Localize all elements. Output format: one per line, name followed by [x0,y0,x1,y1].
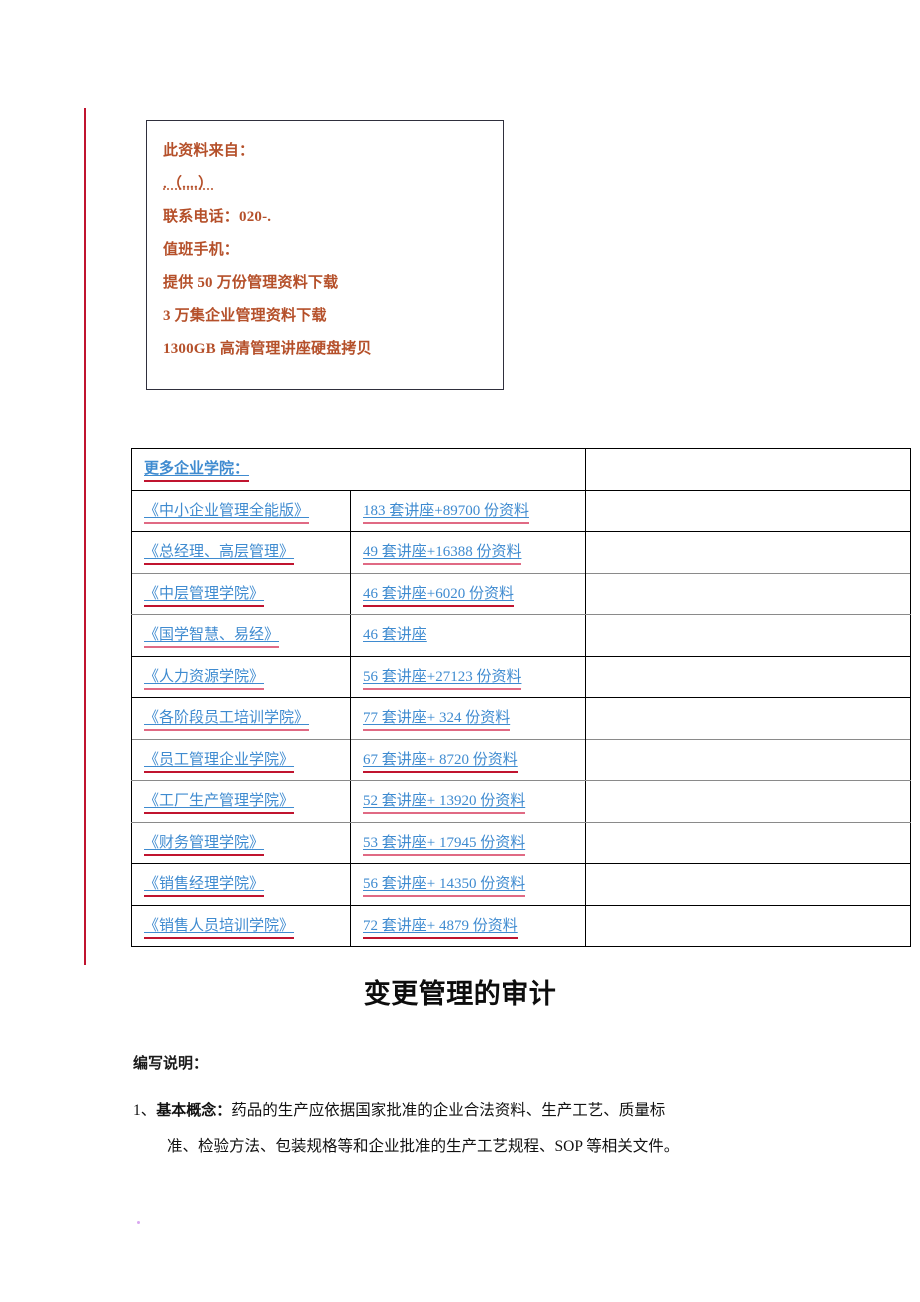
promo-line: .（....） [163,168,503,201]
academy-name-cell: 《员工管理企业学院》 [131,738,351,781]
scan-artifact-dot [137,1221,140,1224]
academy-detail-link[interactable]: 46 套讲座 [363,623,427,647]
table-row: 《员工管理企业学院》 67 套讲座+ 8720 份资料 [131,738,912,781]
academy-detail-cell: 183 套讲座+89700 份资料 [349,489,587,532]
promo-line: 3 万集企业管理资料下载 [163,308,327,324]
academy-note-cell [585,738,912,781]
academy-detail-link[interactable]: 183 套讲座+89700 份资料 [363,499,529,524]
academy-name-link[interactable]: 《财务管理学院》 [144,831,265,856]
academy-note-cell [585,780,912,823]
academy-detail-cell: 53 套讲座+ 17945 份资料 [349,821,587,864]
academy-detail-link[interactable]: 77 套讲座+ 324 份资料 [363,706,511,732]
academy-header-link[interactable]: 更多企业学院： [144,457,250,483]
table-row: 《工厂生产管理学院》 52 套讲座+ 13920 份资料 [131,780,912,823]
academy-detail-cell: 52 套讲座+ 13920 份资料 [349,780,587,823]
promo-line: 1300GB 高清管理讲座硬盘拷贝 [163,341,372,357]
academy-name-link[interactable]: 《总经理、高层管理》 [144,540,295,566]
academy-detail-link[interactable]: 49 套讲座+16388 份资料 [363,540,522,566]
academy-note-cell [585,572,912,615]
academy-name-link[interactable]: 《工厂生产管理学院》 [144,789,295,815]
table-row: 《总经理、高层管理》 49 套讲座+16388 份资料 [131,531,912,574]
academy-name-link[interactable]: 《人力资源学院》 [144,665,265,690]
academy-detail-cell: 56 套讲座+27123 份资料 [349,655,587,698]
academy-detail-cell: 49 套讲座+16388 份资料 [349,531,587,574]
academy-note-cell [585,489,912,532]
academy-note-cell [585,531,912,574]
academy-detail-link[interactable]: 72 套讲座+ 4879 份资料 [363,914,518,939]
table-header-note-cell [585,448,912,491]
academy-note-cell [585,904,912,947]
academy-detail-cell: 67 套讲座+ 8720 份资料 [349,738,587,781]
academy-name-link[interactable]: 《中层管理学院》 [144,582,265,607]
academy-name-cell: 《中层管理学院》 [131,572,351,615]
academy-detail-cell: 72 套讲座+ 4879 份资料 [349,904,587,947]
academy-detail-link[interactable]: 46 套讲座+6020 份资料 [363,582,514,607]
promo-line-list: 此资料来自： .（....） 联系电话：020-. 值班手机： 提供 50 万份… [147,121,503,366]
academy-detail-link[interactable]: 53 套讲座+ 17945 份资料 [363,831,526,856]
academy-name-cell: 《总经理、高层管理》 [131,531,351,574]
academy-detail-cell: 56 套讲座+ 14350 份资料 [349,863,587,906]
academy-name-link[interactable]: 《销售经理学院》 [144,872,265,898]
academy-note-cell [585,821,912,864]
list-term: 基本概念： [156,1101,232,1119]
table-row: 《人力资源学院》 56 套讲座+27123 份资料 [131,655,912,698]
academy-note-cell [585,697,912,740]
body-paragraph: 1、基本概念：药品的生产应依据国家批准的企业合法资料、生产工艺、质量标准、检验方… [133,1092,800,1165]
table-header-row: 更多企业学院： [130,448,912,491]
academy-name-cell: 《各阶段员工培训学院》 [131,697,351,740]
table-row: 《销售人员培训学院》 72 套讲座+ 4879 份资料 [131,904,912,947]
academy-name-cell: 《人力资源学院》 [131,655,351,698]
promo-line: 联系电话：020-. [163,209,272,225]
academy-name-link[interactable]: 《中小企业管理全能版》 [144,499,310,524]
academy-name-cell: 《工厂生产管理学院》 [131,780,351,823]
revision-change-bar [84,108,86,965]
paragraph-line-2: 准、检验方法、包装规格等和企业批准的生产工艺规程、SOP 等相关文件。 [167,1138,680,1155]
promo-line: 此资料来自： [163,143,255,159]
academy-name-link[interactable]: 《销售人员培训学院》 [144,914,295,939]
academy-detail-link[interactable]: 56 套讲座+ 14350 份资料 [363,872,526,898]
paragraph-line-1: 药品的生产应依据国家批准的企业合法资料、生产工艺、质量标 [231,1102,666,1119]
academy-detail-link[interactable]: 56 套讲座+27123 份资料 [363,665,522,690]
promo-line: 提供 50 万份管理资料下载 [163,275,339,291]
promo-source-box: 此资料来自： .（....） 联系电话：020-. 值班手机： 提供 50 万份… [146,120,504,390]
academy-note-cell [585,863,912,906]
academy-table: 更多企业学院： 《中小企业管理全能版》 183 套讲座+89700 份资料 《总… [130,448,912,947]
academy-name-cell: 《国学智慧、易经》 [131,614,351,657]
academy-detail-link[interactable]: 67 套讲座+ 8720 份资料 [363,748,518,773]
table-row: 《财务管理学院》 53 套讲座+ 17945 份资料 [131,821,912,864]
page-title: 变更管理的审计 [363,979,557,1010]
academy-name-cell: 《中小企业管理全能版》 [131,489,351,532]
table-row: 《销售经理学院》 56 套讲座+ 14350 份资料 [131,863,912,906]
academy-detail-link[interactable]: 52 套讲座+ 13920 份资料 [363,789,526,815]
academy-detail-cell: 46 套讲座+6020 份资料 [349,572,587,615]
table-row: 《各阶段员工培训学院》 77 套讲座+ 324 份资料 [131,697,912,740]
table-header-cell: 更多企业学院： [130,448,587,491]
academy-note-cell [585,614,912,657]
promo-line-dotted-text: .（....） [163,176,214,192]
table-row: 《中小企业管理全能版》 183 套讲座+89700 份资料 [131,489,912,532]
academy-note-cell [585,655,912,698]
academy-detail-cell: 77 套讲座+ 324 份资料 [349,697,587,740]
academy-name-link[interactable]: 《员工管理企业学院》 [144,748,295,773]
academy-name-cell: 《销售经理学院》 [131,863,351,906]
table-row: 《国学智慧、易经》 46 套讲座 [131,614,912,657]
academy-name-cell: 《财务管理学院》 [131,821,351,864]
section-subheading: 编写说明： [133,1054,209,1072]
academy-detail-cell: 46 套讲座 [349,614,587,657]
academy-name-link[interactable]: 《国学智慧、易经》 [144,623,280,649]
academy-name-link[interactable]: 《各阶段员工培训学院》 [144,706,310,732]
list-number: 1、 [133,1102,157,1119]
promo-line: 值班手机： [163,242,240,258]
academy-name-cell: 《销售人员培训学院》 [131,904,351,947]
table-row: 《中层管理学院》 46 套讲座+6020 份资料 [131,572,912,615]
